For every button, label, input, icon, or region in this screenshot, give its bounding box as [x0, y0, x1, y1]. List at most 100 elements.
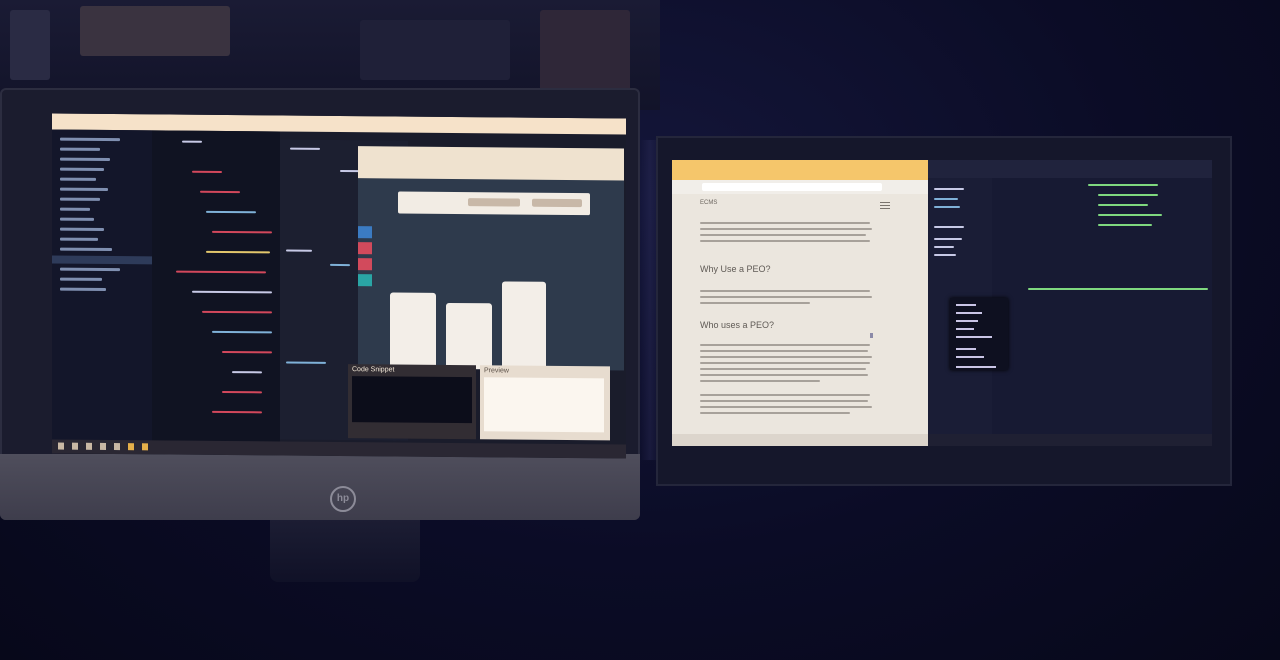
monitor-chin: [0, 454, 640, 520]
code-line: [192, 290, 272, 294]
facebook-icon[interactable]: [358, 226, 372, 239]
photo-scene: hp Code Snippet Preview ECMS Why Use a P…: [0, 0, 1280, 660]
taskbar-icon[interactable]: [72, 442, 78, 450]
sidebar-item[interactable]: [60, 287, 106, 291]
sidebar-item[interactable]: [60, 217, 94, 221]
preview-body: [484, 377, 604, 433]
panel-line: [286, 249, 312, 252]
menu-item[interactable]: [956, 320, 978, 322]
sidebar-item[interactable]: [60, 277, 102, 281]
sidebar-line[interactable]: [934, 254, 956, 256]
panel-line: [286, 361, 326, 364]
sidebar-line[interactable]: [934, 206, 960, 208]
menu-item[interactable]: [956, 366, 996, 368]
code-line: [176, 270, 266, 274]
monitor-stand: [270, 520, 420, 582]
paragraph-line: [700, 234, 866, 236]
code-line: [202, 310, 272, 314]
paragraph-line: [700, 394, 870, 396]
shelf-object: [10, 10, 50, 80]
menu-item[interactable]: [956, 304, 976, 306]
taskbar-icon[interactable]: [128, 443, 134, 451]
start-icon[interactable]: [58, 442, 64, 450]
google-plus-icon[interactable]: [358, 242, 372, 255]
sidebar-item[interactable]: [60, 227, 104, 231]
pricing-card: [502, 281, 546, 370]
sidebar-line[interactable]: [934, 198, 958, 200]
preview-panel: Preview: [480, 365, 610, 441]
taskbar-icon[interactable]: [86, 442, 92, 450]
paragraph-line: [700, 290, 870, 292]
menu-item[interactable]: [956, 328, 974, 330]
taskbar: [672, 434, 928, 446]
code-line: [182, 140, 202, 143]
article-page: ECMS Why Use a PEO? Who uses a PEO?: [672, 194, 928, 440]
article-heading: Why Use a PEO?: [700, 264, 771, 274]
right-screen: ECMS Why Use a PEO? Who uses a PEO?: [672, 160, 1212, 454]
pricing-card: [390, 292, 436, 369]
url-field[interactable]: [702, 183, 882, 191]
editor-menubar: [928, 160, 1212, 178]
menu-item[interactable]: [956, 356, 984, 358]
code-line: [206, 250, 270, 254]
site-brand[interactable]: ECMS: [700, 200, 717, 206]
sidebar-item[interactable]: [60, 167, 104, 171]
code-line: [1028, 288, 1208, 290]
menu-icon[interactable]: [880, 202, 890, 211]
context-menu[interactable]: [950, 298, 1008, 370]
paragraph-line: [700, 344, 870, 346]
paragraph-line: [700, 356, 872, 358]
paragraph-line: [700, 296, 872, 298]
menu-item[interactable]: [956, 336, 992, 338]
sidebar-line[interactable]: [934, 238, 962, 240]
menu-item[interactable]: [956, 348, 976, 350]
sidebar-item[interactable]: [60, 267, 120, 272]
sidebar-item[interactable]: [60, 207, 90, 211]
paragraph-line: [700, 302, 810, 304]
file-tree-sidebar: [52, 129, 152, 441]
pricing-card: [446, 302, 492, 370]
code-line: [222, 390, 262, 394]
code-line: [212, 230, 272, 234]
taskbar-icon[interactable]: [100, 442, 106, 450]
sidebar-item[interactable]: [60, 177, 96, 181]
taskbar-icon[interactable]: [114, 443, 120, 451]
menu-item[interactable]: [956, 312, 982, 314]
sidebar-line[interactable]: [934, 246, 954, 248]
paragraph-line: [700, 400, 868, 402]
hero-button[interactable]: [468, 198, 520, 207]
sidebar-item[interactable]: [60, 157, 110, 162]
sidebar-line[interactable]: [934, 226, 964, 228]
address-bar: [672, 180, 928, 194]
sidebar-item[interactable]: [60, 187, 108, 191]
hero-button[interactable]: [532, 198, 582, 208]
taskbar: [928, 434, 1212, 446]
paragraph-line: [700, 228, 872, 230]
snippet-title: Code Snippet: [352, 366, 395, 374]
sidebar-item[interactable]: [60, 147, 100, 151]
sidebar-selected-item[interactable]: [52, 255, 152, 265]
code-line: [192, 170, 222, 173]
twitter-icon[interactable]: [358, 274, 372, 287]
sidebar-item[interactable]: [60, 247, 112, 252]
code-editor-right[interactable]: [928, 160, 1212, 434]
paragraph-line: [700, 368, 866, 370]
left-screen: Code Snippet Preview: [52, 113, 626, 459]
snippet-code[interactable]: [352, 376, 472, 424]
code-editor[interactable]: [152, 130, 280, 442]
code-line: [1098, 214, 1162, 216]
preview-title: Preview: [484, 367, 509, 375]
sidebar-item[interactable]: [60, 137, 120, 142]
paragraph-line: [700, 412, 850, 414]
panel-line: [330, 263, 350, 267]
code-line: [206, 210, 256, 214]
youtube-icon[interactable]: [358, 258, 372, 271]
taskbar-icon[interactable]: [142, 443, 148, 451]
code-line: [1098, 204, 1148, 206]
code-line: [1098, 224, 1152, 226]
panel-line: [340, 170, 360, 173]
sidebar-item[interactable]: [60, 197, 100, 201]
sidebar-line[interactable]: [934, 188, 964, 190]
sidebar-item[interactable]: [60, 237, 98, 241]
social-icons: [358, 226, 372, 290]
